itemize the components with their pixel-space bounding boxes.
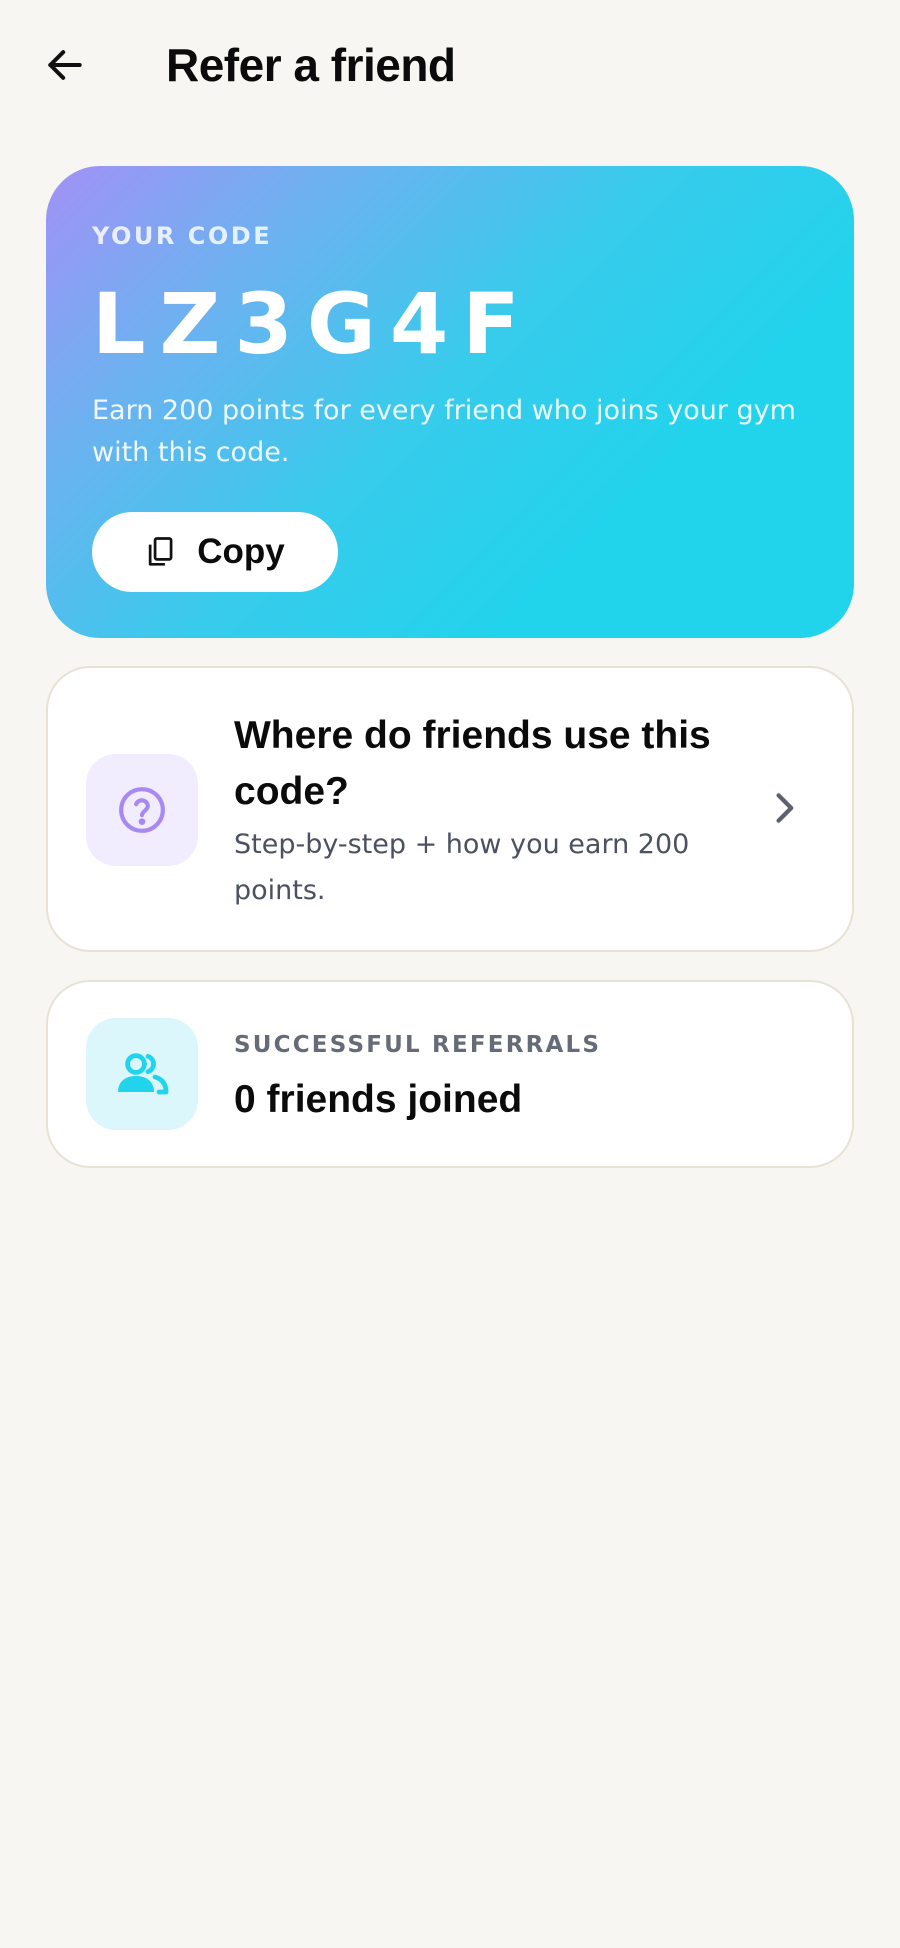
referrals-card: SUCCESSFUL REFERRALS 0 friends joined — [46, 980, 854, 1168]
page-title: Refer a friend — [166, 39, 456, 91]
users-icon — [118, 1053, 169, 1095]
question-circle-icon — [119, 787, 165, 833]
copy-button-label: Copy — [197, 532, 285, 571]
top-bar: Refer a friend — [0, 0, 900, 130]
referral-code-card: YOUR CODE LZ3G4F Earn 200 points for eve… — [46, 166, 854, 638]
code-label: YOUR CODE — [92, 222, 273, 250]
help-card[interactable]: Where do friends use this code? Step-by-… — [46, 666, 854, 952]
help-card-subtitle: Step-by-step + how you earn 200 points. — [234, 829, 690, 906]
referrals-icon-tile — [86, 1018, 198, 1130]
chevron-right-icon — [776, 793, 794, 823]
code-description: Earn 200 points for every friend who joi… — [92, 395, 796, 468]
referral-code: LZ3G4F — [92, 275, 534, 373]
referrals-count: 0 friends joined — [234, 1078, 523, 1121]
help-card-chevron — [764, 786, 804, 830]
copy-button[interactable]: Copy — [92, 512, 338, 592]
copy-icon — [149, 537, 173, 566]
help-icon-tile — [86, 754, 198, 866]
help-card-title: Where do friends use this code? — [234, 714, 711, 813]
referrals-label: SUCCESSFUL REFERRALS — [234, 1032, 602, 1058]
back-button[interactable] — [36, 36, 94, 94]
app-root: Refer a friend YOUR CODE LZ3G4F Earn 200… — [0, 0, 900, 1948]
arrow-left-icon — [48, 50, 82, 80]
